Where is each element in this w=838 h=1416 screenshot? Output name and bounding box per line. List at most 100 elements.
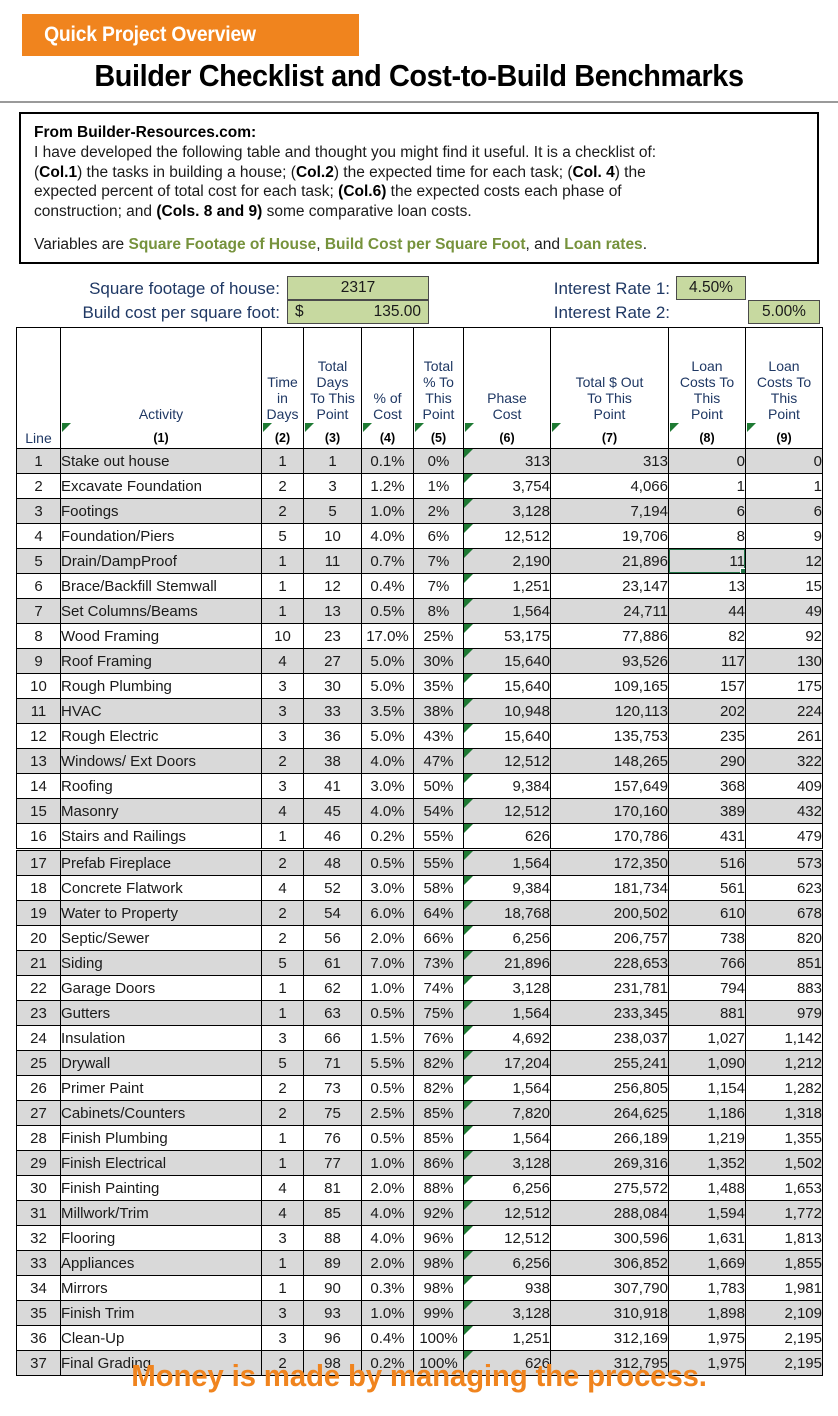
cell-activity[interactable]: Siding bbox=[60, 950, 262, 976]
cell-total-out[interactable]: 24,711 bbox=[550, 598, 669, 624]
cell-total-pct[interactable]: 66% bbox=[413, 925, 464, 951]
cell-days[interactable]: 4 bbox=[261, 798, 304, 824]
cell-total-out[interactable]: 170,160 bbox=[550, 798, 669, 824]
cell-phase-cost[interactable]: 12,512 bbox=[463, 1225, 551, 1251]
cell-phase-cost[interactable]: 17,204 bbox=[463, 1050, 551, 1076]
cell-phase-cost[interactable]: 6,256 bbox=[463, 1250, 551, 1276]
cell-loan2[interactable]: 1,502 bbox=[745, 1150, 823, 1176]
table-row[interactable]: 15 Masonry 4 45 4.0% 54% 12,512 170,160 389 432 bbox=[16, 798, 823, 824]
cell-total-out[interactable]: 266,189 bbox=[550, 1125, 669, 1151]
cell-line[interactable]: 32 bbox=[16, 1225, 61, 1251]
cell-phase-cost[interactable]: 938 bbox=[463, 1275, 551, 1301]
cell-days[interactable]: 3 bbox=[261, 1325, 304, 1351]
cell-loan1[interactable]: 1,488 bbox=[668, 1175, 746, 1201]
cell-loan1[interactable]: 1,669 bbox=[668, 1250, 746, 1276]
cell-days[interactable]: 3 bbox=[261, 1300, 304, 1326]
cell-loan2[interactable]: 1 bbox=[745, 473, 823, 499]
cell-pct-cost[interactable]: 0.5% bbox=[361, 1075, 414, 1101]
cell-line[interactable]: 34 bbox=[16, 1275, 61, 1301]
cell-days[interactable]: 2 bbox=[261, 498, 304, 524]
cell-pct-cost[interactable]: 4.0% bbox=[361, 798, 414, 824]
cell-phase-cost[interactable]: 18,768 bbox=[463, 900, 551, 926]
cell-loan2[interactable]: 1,813 bbox=[745, 1225, 823, 1251]
cell-phase-cost[interactable]: 53,175 bbox=[463, 623, 551, 649]
cell-phase-cost[interactable]: 12,512 bbox=[463, 798, 551, 824]
cell-total-days[interactable]: 56 bbox=[303, 925, 362, 951]
cell-pct-cost[interactable]: 2.0% bbox=[361, 925, 414, 951]
cell-total-out[interactable]: 228,653 bbox=[550, 950, 669, 976]
table-row[interactable]: 2 Excavate Foundation 2 3 1.2% 1% 3,754 4,066 1 1 bbox=[16, 473, 823, 499]
cell-total-out[interactable]: 23,147 bbox=[550, 573, 669, 599]
cell-loan1[interactable]: 117 bbox=[668, 648, 746, 674]
cell-days[interactable]: 3 bbox=[261, 1225, 304, 1251]
cell-loan1[interactable]: 1,027 bbox=[668, 1025, 746, 1051]
cell-total-days[interactable]: 71 bbox=[303, 1050, 362, 1076]
cell-activity[interactable]: Mirrors bbox=[60, 1275, 262, 1301]
cell-pct-cost[interactable]: 2.0% bbox=[361, 1175, 414, 1201]
cell-total-pct[interactable]: 38% bbox=[413, 698, 464, 724]
cell-days[interactable]: 1 bbox=[261, 975, 304, 1001]
cell-total-pct[interactable]: 85% bbox=[413, 1100, 464, 1126]
cell-pct-cost[interactable]: 4.0% bbox=[361, 748, 414, 774]
sqft-input[interactable]: 2317 bbox=[287, 276, 429, 300]
cell-loan1[interactable]: 11 bbox=[668, 548, 746, 574]
cell-total-out[interactable]: 200,502 bbox=[550, 900, 669, 926]
cell-days[interactable]: 1 bbox=[261, 1250, 304, 1276]
cell-phase-cost[interactable]: 1,251 bbox=[463, 573, 551, 599]
table-row[interactable]: 22 Garage Doors 1 62 1.0% 74% 3,128 231,781 794 8… bbox=[16, 975, 823, 1001]
cell-phase-cost[interactable]: 3,754 bbox=[463, 473, 551, 499]
cell-loan2[interactable]: 1,212 bbox=[745, 1050, 823, 1076]
cell-loan1[interactable]: 1,154 bbox=[668, 1075, 746, 1101]
cell-total-days[interactable]: 89 bbox=[303, 1250, 362, 1276]
cell-pct-cost[interactable]: 0.5% bbox=[361, 848, 414, 876]
column-header-3[interactable]: Time in Days (2) bbox=[261, 327, 304, 449]
cell-loan2[interactable]: 883 bbox=[745, 975, 823, 1001]
cell-phase-cost[interactable]: 1,564 bbox=[463, 1075, 551, 1101]
cell-activity[interactable]: Finish Painting bbox=[60, 1175, 262, 1201]
cell-phase-cost[interactable]: 9,384 bbox=[463, 773, 551, 799]
cell-phase-cost[interactable]: 1,564 bbox=[463, 1000, 551, 1026]
cell-loan2[interactable]: 15 bbox=[745, 573, 823, 599]
cell-total-pct[interactable]: 58% bbox=[413, 875, 464, 901]
cell-total-days[interactable]: 3 bbox=[303, 473, 362, 499]
cell-pct-cost[interactable]: 5.0% bbox=[361, 648, 414, 674]
table-row[interactable]: 18 Concrete Flatwork 4 52 3.0% 58% 9,384 181,73… bbox=[16, 875, 823, 901]
cell-total-out[interactable]: 148,265 bbox=[550, 748, 669, 774]
cell-total-days[interactable]: 1 bbox=[303, 448, 362, 474]
cell-loan1[interactable]: 766 bbox=[668, 950, 746, 976]
cell-total-pct[interactable]: 55% bbox=[413, 823, 464, 850]
cell-total-out[interactable]: 181,734 bbox=[550, 875, 669, 901]
cell-loan2[interactable]: 1,282 bbox=[745, 1075, 823, 1101]
cell-line[interactable]: 23 bbox=[16, 1000, 61, 1026]
column-header-2[interactable]: Activity (1) bbox=[60, 327, 262, 449]
cell-total-out[interactable]: 307,790 bbox=[550, 1275, 669, 1301]
cell-line[interactable]: 15 bbox=[16, 798, 61, 824]
cell-loan2[interactable]: 623 bbox=[745, 875, 823, 901]
cell-activity[interactable]: Rough Plumbing bbox=[60, 673, 262, 699]
cell-total-pct[interactable]: 92% bbox=[413, 1200, 464, 1226]
cell-loan1[interactable]: 1,219 bbox=[668, 1125, 746, 1151]
cell-line[interactable]: 33 bbox=[16, 1250, 61, 1276]
cell-total-days[interactable]: 61 bbox=[303, 950, 362, 976]
cell-loan2[interactable]: 1,772 bbox=[745, 1200, 823, 1226]
table-row[interactable]: 10 Rough Plumbing 3 30 5.0% 35% 15,640 109,165 1… bbox=[16, 673, 823, 699]
cell-total-pct[interactable]: 82% bbox=[413, 1050, 464, 1076]
cell-total-pct[interactable]: 0% bbox=[413, 448, 464, 474]
cell-loan1[interactable]: 1,186 bbox=[668, 1100, 746, 1126]
cell-days[interactable]: 3 bbox=[261, 723, 304, 749]
table-row[interactable]: 32 Flooring 3 88 4.0% 96% 12,512 300,596 1,631 1,… bbox=[16, 1225, 823, 1251]
cell-loan1[interactable]: 1,352 bbox=[668, 1150, 746, 1176]
cell-line[interactable]: 5 bbox=[16, 548, 61, 574]
cell-phase-cost[interactable]: 6,256 bbox=[463, 925, 551, 951]
cell-activity[interactable]: Water to Property bbox=[60, 900, 262, 926]
cell-total-out[interactable]: 313 bbox=[550, 448, 669, 474]
cell-phase-cost[interactable]: 12,512 bbox=[463, 1200, 551, 1226]
table-row[interactable]: 9 Roof Framing 4 27 5.0% 30% 15,640 93,526 117 13… bbox=[16, 648, 823, 674]
cell-total-pct[interactable]: 100% bbox=[413, 1325, 464, 1351]
cell-loan2[interactable]: 409 bbox=[745, 773, 823, 799]
cell-phase-cost[interactable]: 12,512 bbox=[463, 748, 551, 774]
cell-total-days[interactable]: 54 bbox=[303, 900, 362, 926]
cell-loan2[interactable]: 175 bbox=[745, 673, 823, 699]
cell-phase-cost[interactable]: 1,564 bbox=[463, 848, 551, 876]
cell-line[interactable]: 24 bbox=[16, 1025, 61, 1051]
